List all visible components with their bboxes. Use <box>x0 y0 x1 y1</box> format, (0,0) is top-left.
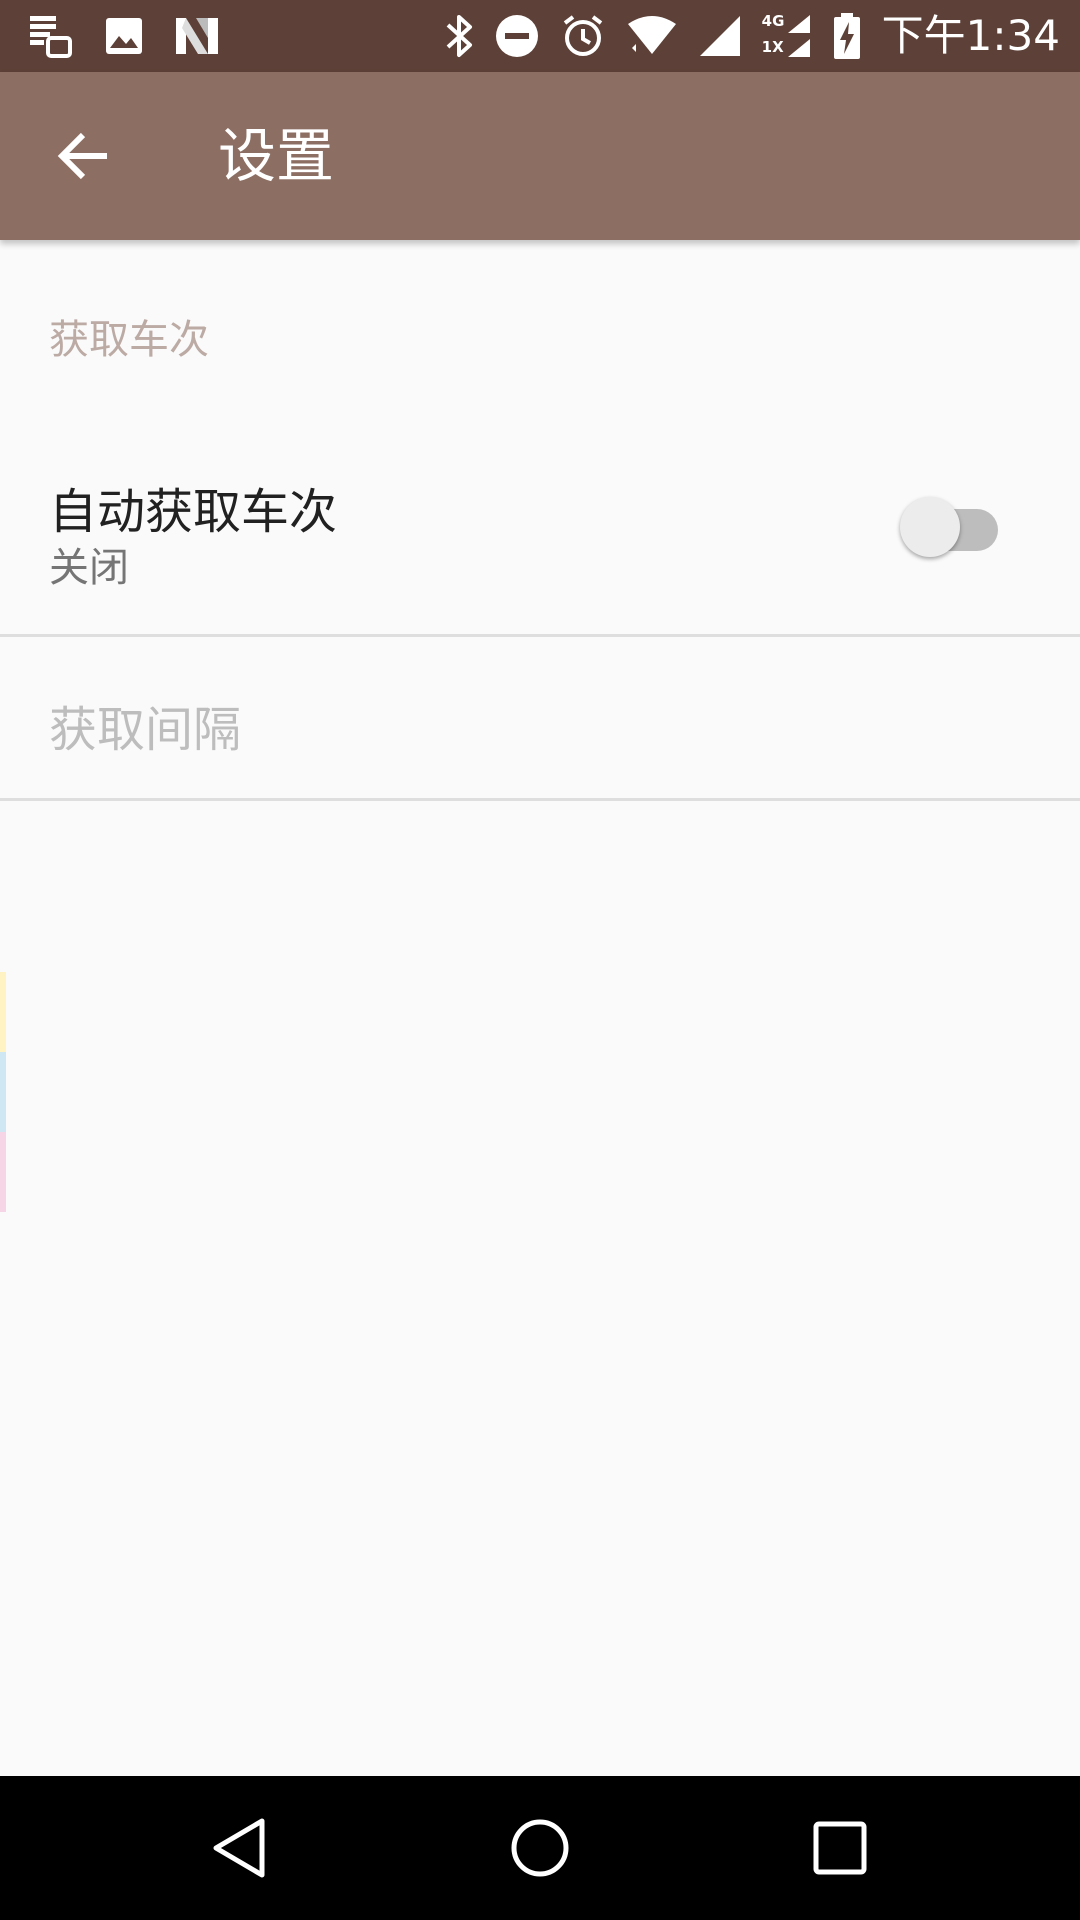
battery-charging-icon <box>833 13 860 59</box>
notes-icon <box>30 16 72 58</box>
network-type-bottom: 1X <box>761 38 784 56</box>
pref-fetch-interval-title: 获取间隔 <box>49 702 242 758</box>
do-not-disturb-icon <box>495 15 538 57</box>
image-icon <box>106 18 142 54</box>
home-circle-icon <box>511 1819 569 1877</box>
category-header-fetch-trains: 获取车次 <box>49 317 209 363</box>
pref-auto-fetch-summary: 关闭 <box>49 545 129 591</box>
back-button[interactable] <box>40 112 128 200</box>
status-time: 下午1:34 <box>881 11 1060 60</box>
n-logo-icon <box>176 18 218 54</box>
nav-back-button[interactable] <box>190 1798 290 1898</box>
signal-icon <box>699 16 740 56</box>
bluetooth-icon <box>446 15 472 57</box>
nav-recents-button[interactable] <box>790 1798 890 1898</box>
status-bar-notifications <box>28 12 220 60</box>
navigation-bar <box>0 1776 1080 1920</box>
pref-fetch-interval[interactable]: 获取间隔 <box>0 640 1080 800</box>
settings-screen: 4G 1X 下午1:34 设置 获取车次 自动获取车次 关闭 获取间隔 <box>0 0 1080 1920</box>
switch-thumb <box>900 497 960 557</box>
status-bar-system: 4G 1X 下午1:34 <box>444 10 1060 62</box>
status-bar: 4G 1X 下午1:34 <box>0 0 1080 72</box>
arrow-back-icon <box>57 132 107 180</box>
recents-square-icon <box>813 1821 867 1875</box>
signal-4g-icon: 4G 1X <box>762 13 812 59</box>
edge-stripe-yellow <box>0 972 6 1052</box>
page-title: 设置 <box>218 122 335 190</box>
nav-home-button[interactable] <box>490 1798 590 1898</box>
wifi-icon <box>627 16 676 54</box>
divider <box>0 634 1080 637</box>
app-bar: 设置 <box>0 72 1080 240</box>
back-triangle-icon <box>213 1818 265 1878</box>
alarm-icon <box>563 15 602 56</box>
pref-auto-fetch-title: 自动获取车次 <box>49 484 338 540</box>
network-type-top: 4G <box>761 12 785 30</box>
edge-stripe-pink <box>0 1132 6 1212</box>
divider <box>0 798 1080 801</box>
edge-stripe-blue <box>0 1052 6 1132</box>
auto-fetch-switch[interactable] <box>900 495 1000 559</box>
